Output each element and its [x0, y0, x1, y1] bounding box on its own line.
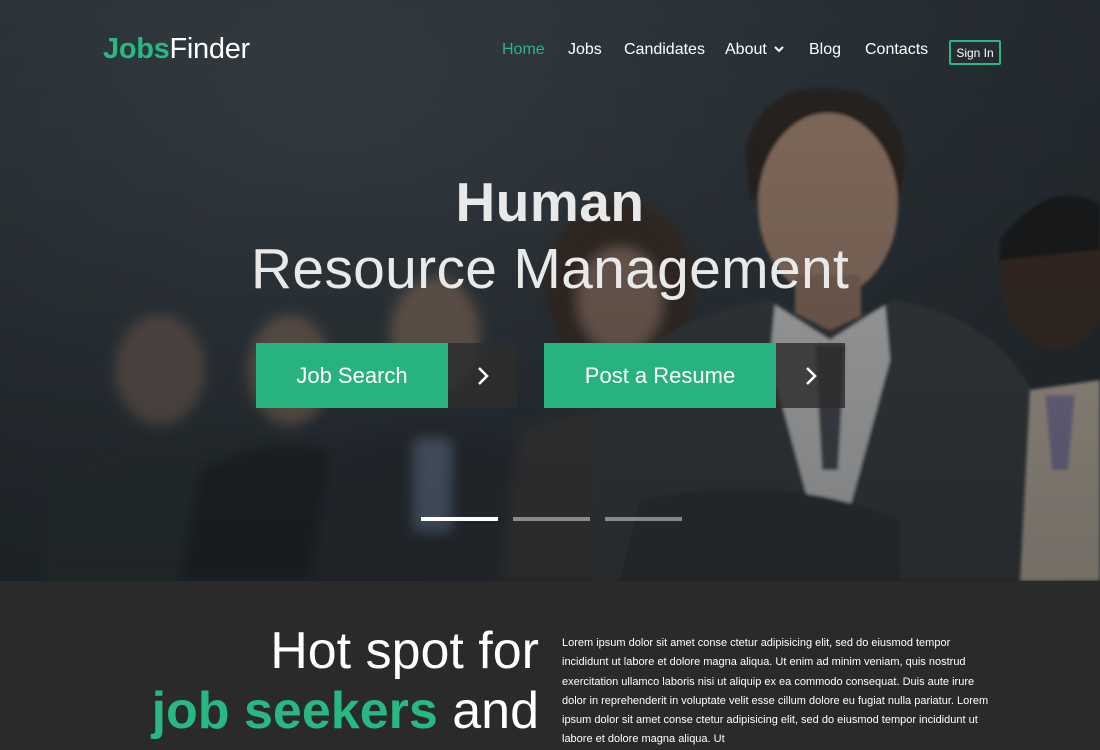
- job-search-arrow[interactable]: [448, 343, 517, 408]
- section-heading-line-1: Hot spot for: [270, 622, 539, 680]
- intro-section: Hot spot for job seekers and Lorem ipsum…: [0, 581, 1100, 745]
- logo-part-1: Jobs: [103, 33, 170, 65]
- hero-banner: JobsFinder Home Jobs Candidates About Bl…: [0, 0, 1100, 581]
- section-paragraph: Lorem ipsum dolor sit amet conse ctetur …: [562, 637, 989, 746]
- sign-in-button[interactable]: Sign In: [949, 40, 1001, 65]
- post-resume-arrow[interactable]: [776, 343, 845, 408]
- slide-indicator-2[interactable]: [513, 517, 590, 521]
- section-heading-rest: and: [452, 682, 539, 740]
- chevron-right-icon: [805, 366, 817, 385]
- section-heading-accent: job seekers: [151, 682, 438, 740]
- hero-title-line-1: Human: [455, 171, 645, 233]
- slide-indicator-1[interactable]: [421, 517, 498, 521]
- post-resume-button[interactable]: Post a Resume: [544, 343, 845, 408]
- nav-item-home[interactable]: Home: [502, 41, 545, 63]
- nav-item-about-label: About: [725, 41, 767, 58]
- logo-part-2: Finder: [169, 33, 251, 65]
- chevron-right-icon: [477, 366, 489, 385]
- hero-title-line-2: Resource Management: [250, 237, 850, 301]
- nav-item-contacts[interactable]: Contacts: [865, 41, 928, 63]
- chevron-down-icon: [774, 46, 784, 53]
- post-resume-button-label: Post a Resume: [544, 343, 776, 408]
- nav-item-candidates[interactable]: Candidates: [624, 41, 705, 63]
- nav-item-about[interactable]: About: [725, 41, 784, 63]
- slide-indicator-3[interactable]: [605, 517, 682, 521]
- site-logo[interactable]: JobsFinder: [103, 33, 250, 66]
- nav-item-jobs[interactable]: Jobs: [568, 41, 602, 63]
- job-search-button[interactable]: Job Search: [256, 343, 517, 408]
- section-heading-line-2: job seekers and: [152, 681, 539, 741]
- nav-item-blog[interactable]: Blog: [809, 41, 841, 63]
- job-search-button-label: Job Search: [256, 343, 448, 408]
